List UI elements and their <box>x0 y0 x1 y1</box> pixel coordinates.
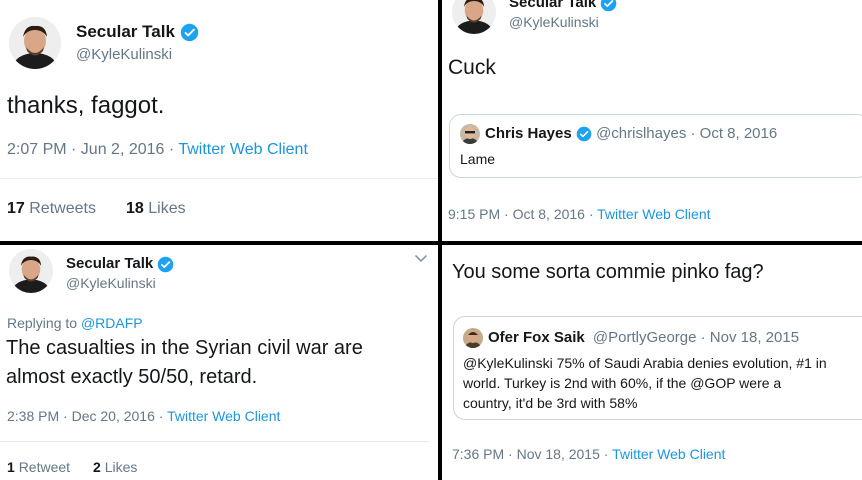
divider <box>0 178 438 179</box>
quoted-tweet[interactable]: Chris Hayes @chrislhayes · Oct 8, 2016 L… <box>449 114 862 178</box>
reply-target-link[interactable]: @RDAFP <box>81 315 143 331</box>
client-link[interactable]: Twitter Web Client <box>167 408 280 424</box>
quoted-meta: @PortlyGeorge · Nov 18, 2015 <box>592 329 800 346</box>
like-stat[interactable]: 2 Likes <box>93 459 137 475</box>
tweet-text: You some sorta commie pinko fag? <box>452 261 764 283</box>
quoted-avatar <box>463 328 483 348</box>
tweet-timestamp: 7:36 PM · Nov 18, 2015 · Twitter Web Cli… <box>452 446 726 462</box>
verified-badge-icon <box>576 126 592 142</box>
user-handle[interactable]: @KyleKulinski <box>509 14 599 30</box>
quoted-display-name: Ofer Fox Saik <box>488 329 585 346</box>
tweet-panel-1: Secular Talk @KyleKulinski thanks, faggo… <box>0 0 438 241</box>
quoted-text: @KyleKulinski 75% of Saudi Arabia denies… <box>463 355 827 411</box>
tweet-panel-2: Secular Talk @KyleKulinski Cuck Chris Ha… <box>442 0 862 241</box>
verified-badge-icon <box>157 256 174 273</box>
quoted-meta: @chrislhayes · Oct 8, 2016 <box>596 125 778 142</box>
tweet-text-line-1: The casualties in the Syrian civil war a… <box>6 337 363 359</box>
tweet-text: thanks, faggot. <box>7 92 165 119</box>
display-name[interactable]: Secular Talk <box>509 0 596 11</box>
retweet-stat[interactable]: 17 Retweets <box>7 200 96 218</box>
like-stat[interactable]: 18 Likes <box>126 200 186 218</box>
tweet-panel-4: You some sorta commie pinko fag? Ofer Fo… <box>442 245 862 480</box>
quoted-display-name: Chris Hayes <box>485 125 572 142</box>
user-handle[interactable]: @KyleKulinski <box>66 275 156 291</box>
user-handle[interactable]: @KyleKulinski <box>76 46 172 63</box>
tweet-timestamp: 2:38 PM · Dec 20, 2016 · Twitter Web Cli… <box>7 408 281 424</box>
chevron-down-icon[interactable] <box>414 251 428 269</box>
tweet-timestamp: 9:15 PM · Oct 8, 2016 · Twitter Web Clie… <box>448 206 711 222</box>
verified-badge-icon <box>600 0 617 12</box>
retweet-stat[interactable]: 1 Retweet <box>7 459 70 475</box>
tweet-text-line-2: almost exactly 50/50, retard. <box>6 366 258 388</box>
client-link[interactable]: Twitter Web Client <box>178 141 308 158</box>
avatar[interactable] <box>452 0 496 34</box>
client-link[interactable]: Twitter Web Client <box>612 446 725 462</box>
avatar[interactable] <box>9 17 61 69</box>
replying-to: Replying to @RDAFP <box>7 315 143 331</box>
quoted-avatar <box>460 124 480 144</box>
avatar[interactable] <box>9 249 53 293</box>
divider <box>0 441 430 442</box>
quoted-text: Lame <box>460 151 496 167</box>
tweet-text: Cuck <box>448 56 496 79</box>
display-name[interactable]: Secular Talk <box>66 255 153 272</box>
tweet-panel-3: Secular Talk @KyleKulinski Replying to @… <box>0 245 438 480</box>
verified-badge-icon <box>180 23 199 42</box>
display-name[interactable]: Secular Talk <box>76 22 175 41</box>
tweet-timestamp: 2:07 PM · Jun 2, 2016 · Twitter Web Clie… <box>7 141 308 158</box>
client-link[interactable]: Twitter Web Client <box>597 206 710 222</box>
quoted-tweet[interactable]: Ofer Fox Saik @PortlyGeorge · Nov 18, 20… <box>453 316 862 420</box>
